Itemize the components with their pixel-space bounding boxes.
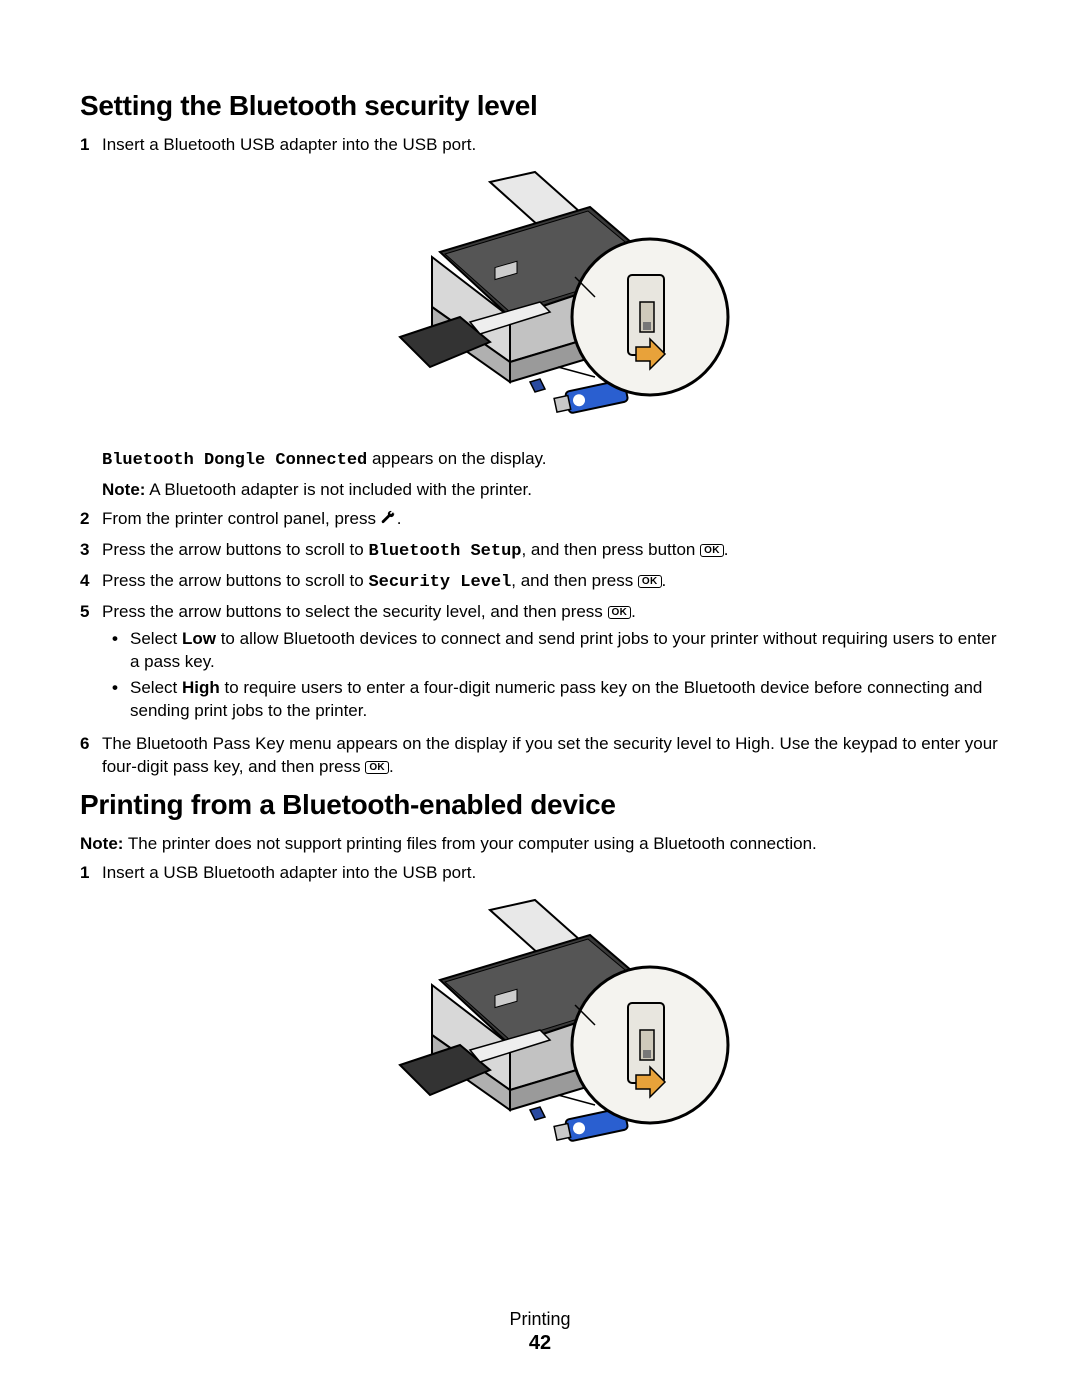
step-number: 4 <box>80 570 102 593</box>
ok-button-icon: OK <box>365 761 389 774</box>
dongle-mono-text: Bluetooth Dongle Connected <box>102 451 367 470</box>
dongle-connected-line: Bluetooth Dongle Connected appears on th… <box>102 448 1000 473</box>
step-number: 3 <box>80 539 102 562</box>
step-number: 1 <box>80 862 102 885</box>
ok-button-icon: OK <box>608 606 632 619</box>
ok-button-icon: OK <box>638 575 662 588</box>
footer-section-name: Printing <box>0 1309 1080 1330</box>
section1-heading: Setting the Bluetooth security level <box>80 90 1000 122</box>
document-page: Setting the Bluetooth security level 1 I… <box>0 0 1080 1397</box>
section2-heading: Printing from a Bluetooth-enabled device <box>80 789 1000 821</box>
section1-steps: 1 Insert a Bluetooth USB adapter into th… <box>80 134 1000 157</box>
section2-note: Note: The printer does not support print… <box>80 833 1000 856</box>
step-number: 6 <box>80 733 102 756</box>
step-number: 5 <box>80 601 102 624</box>
note-adapter-not-included: Note: A Bluetooth adapter is not include… <box>102 479 1000 502</box>
ok-button-icon: OK <box>700 544 724 557</box>
footer-page-number: 42 <box>0 1332 1080 1355</box>
bullet-low: Select Low to allow Bluetooth devices to… <box>112 628 1000 674</box>
step-number: 2 <box>80 508 102 531</box>
printer-usb-illustration <box>80 167 1000 432</box>
section1-steps-cont: 2 From the printer control panel, press … <box>80 508 1000 779</box>
wrench-icon <box>381 510 397 533</box>
page-footer: Printing 42 <box>0 1309 1080 1355</box>
bullet-high: Select High to require users to enter a … <box>112 677 1000 723</box>
step1-text: Insert a Bluetooth USB adapter into the … <box>102 135 476 154</box>
section2-steps: 1 Insert a USB Bluetooth adapter into th… <box>80 862 1000 885</box>
printer-svg-icon <box>340 895 740 1155</box>
printer-svg-icon <box>340 167 740 427</box>
security-level-bullets: Select Low to allow Bluetooth devices to… <box>112 628 1000 724</box>
printer-usb-illustration-2 <box>80 895 1000 1160</box>
step-number: 1 <box>80 134 102 157</box>
